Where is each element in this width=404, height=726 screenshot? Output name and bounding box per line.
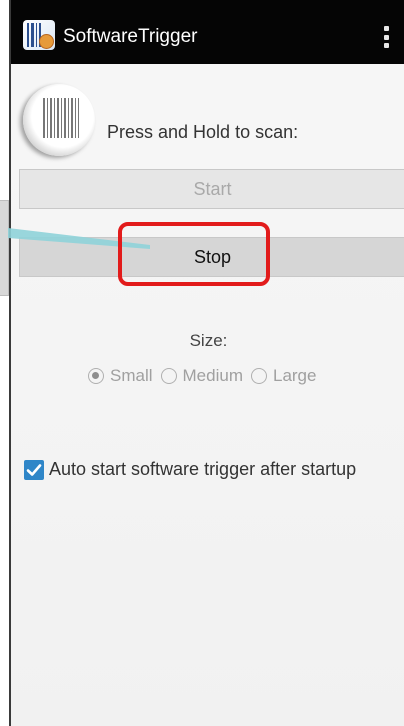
auto-start-label: Auto start software trigger after startu… bbox=[49, 459, 357, 479]
app-title: SoftwareTrigger bbox=[63, 26, 198, 47]
radio-small[interactable]: Small bbox=[88, 366, 153, 386]
start-button[interactable]: Start bbox=[19, 169, 404, 209]
stop-highlight-box bbox=[118, 222, 270, 286]
app-barcode-icon bbox=[23, 20, 55, 50]
action-bar: SoftwareTrigger bbox=[11, 0, 404, 64]
radio-large[interactable]: Large bbox=[250, 366, 317, 386]
auto-start-checkbox[interactable] bbox=[24, 460, 44, 480]
radio-large-label: Large bbox=[272, 366, 317, 385]
radio-unchecked-icon bbox=[160, 368, 177, 384]
scan-prompt: Press and Hold to scan: bbox=[107, 122, 299, 142]
radio-small-label: Small bbox=[110, 366, 153, 385]
radio-medium-label: Medium bbox=[182, 366, 243, 385]
phone-screen: SoftwareTrigger Press and Hold to scan: … bbox=[9, 0, 404, 726]
callout-tab bbox=[0, 200, 9, 296]
overflow-menu-icon[interactable] bbox=[384, 26, 390, 48]
barcode-scanner-icon[interactable] bbox=[23, 84, 95, 156]
size-label: Size: bbox=[189, 331, 228, 350]
radio-unchecked-icon bbox=[250, 368, 267, 384]
size-radio-group: Small Medium Large bbox=[88, 366, 324, 386]
checkmark-icon bbox=[26, 464, 42, 476]
radio-checked-icon bbox=[88, 368, 104, 384]
radio-medium[interactable]: Medium bbox=[160, 366, 243, 386]
